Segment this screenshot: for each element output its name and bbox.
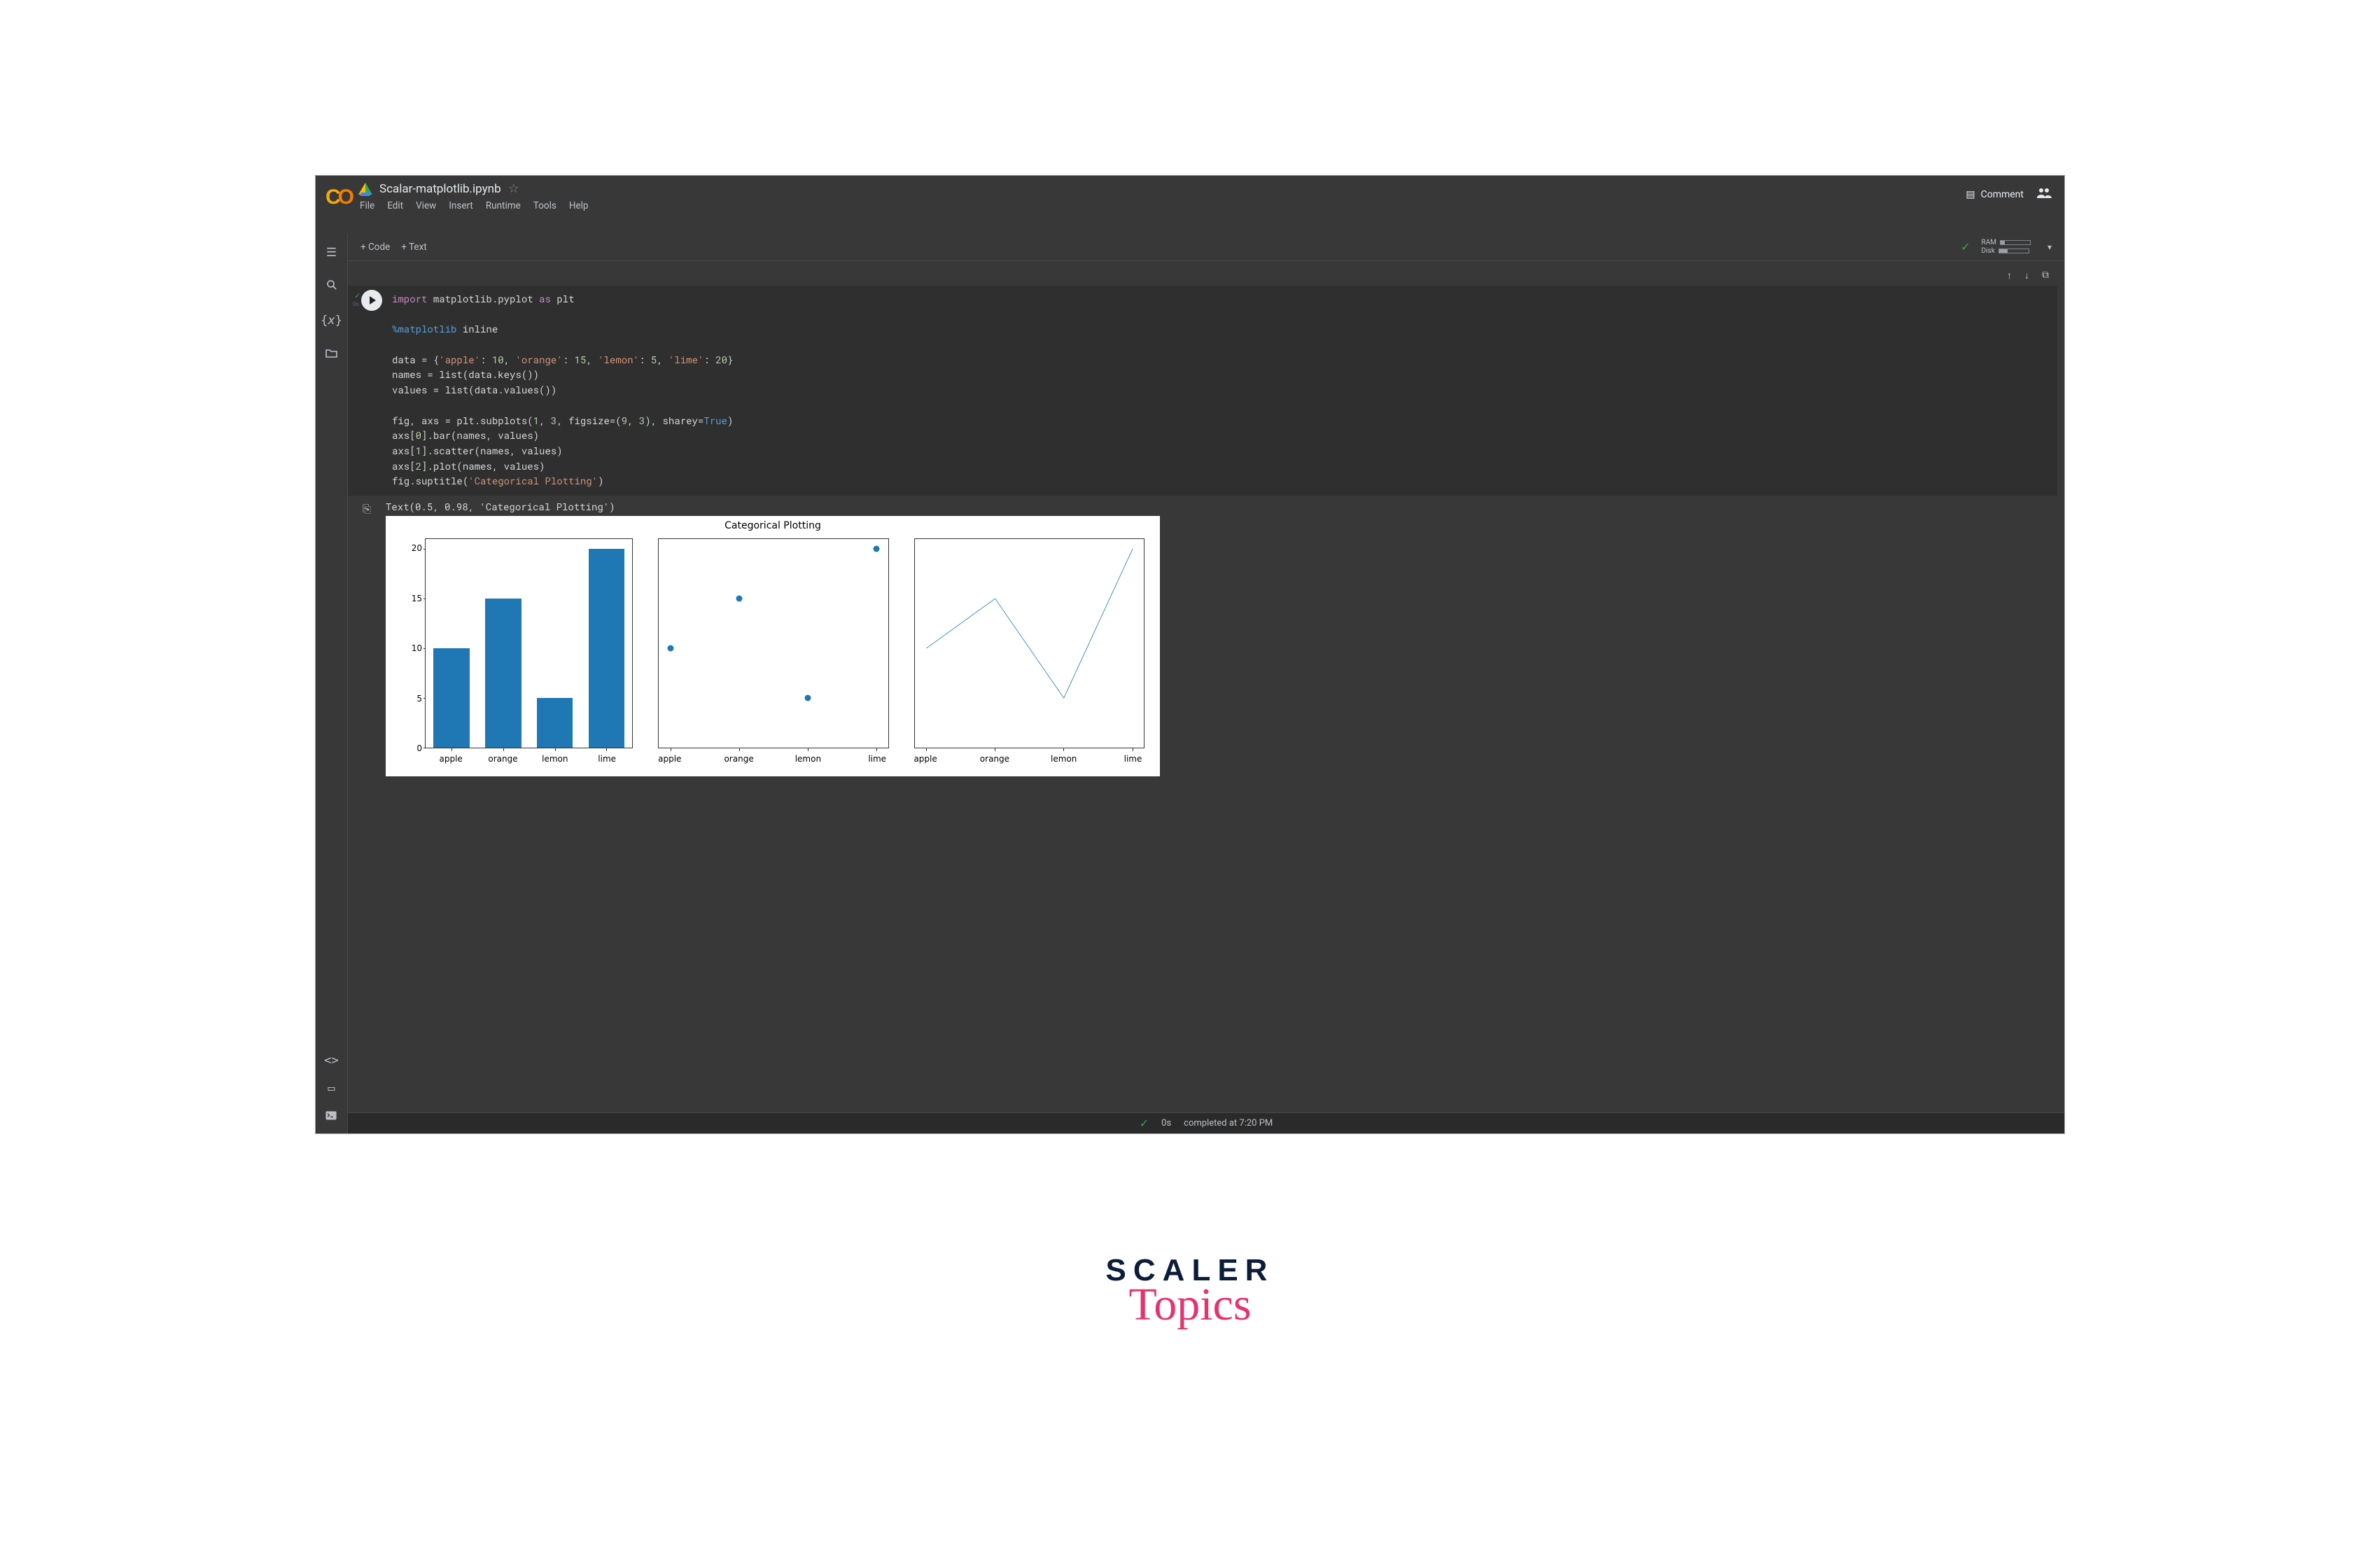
scaler-topics-logo: SCALER Topics [1106,1253,1275,1331]
ytick-label: 15 [397,594,422,603]
ytick-label: 10 [397,643,422,653]
run-cell-button[interactable] [361,290,382,311]
matplotlib-figure: Categorical Plotting 0 5 10 15 20 apple orange… [386,516,1160,776]
xtick-label: orange [980,754,1009,764]
terminal-icon[interactable] [326,1110,337,1124]
bar [589,549,625,748]
add-text-button[interactable]: + Text [401,242,426,253]
scatter-point [736,596,742,602]
subplot-bar: 0 5 10 15 20 apple orange lemon lime [397,533,637,771]
menu-bar: File Edit View Insert Runtime Tools Help [358,196,1966,211]
status-message: completed at 7:20 PM [1184,1118,1273,1128]
code-editor[interactable]: import matplotlib.pyplot as plt %matplot… [388,286,2057,496]
status-bar: ✓ 0s completed at 7:20 PM [348,1112,2064,1133]
bar [485,599,522,748]
code-snippets-icon[interactable]: <> [324,1054,338,1068]
cell-output: ⎘ Text(0.5, 0.98, 'Categorical Plotting'… [348,500,2057,776]
search-icon[interactable] [326,279,337,294]
scatter-point [805,695,811,701]
scatter-point [874,546,880,552]
star-icon[interactable]: ☆ [508,181,519,196]
cell-executed-check-icon: ✓ [354,291,360,300]
command-palette-icon[interactable]: ▭ [328,1082,335,1096]
share-icon[interactable] [2036,187,2052,202]
move-up-icon[interactable]: ↑ [2007,270,2012,281]
topics-wordmark: Topics [1106,1278,1275,1331]
xtick-label: orange [488,754,517,764]
status-duration: 0s [1161,1118,1171,1128]
menu-view[interactable]: View [416,200,436,211]
toolbar: + Code + Text ✓ RAM Disk ▾ [348,233,2064,261]
ytick-label: 20 [397,543,422,553]
xtick-label: apple [658,754,681,764]
xtick-label: lemon [1051,754,1077,764]
status-check-icon: ✓ [1140,1117,1149,1130]
resource-usage[interactable]: RAM Disk [1982,239,2031,255]
xtick-label: lemon [542,754,568,764]
bar [537,698,573,748]
variables-icon[interactable]: {x} [321,314,342,328]
xtick-label: lime [868,754,886,764]
resource-caret-icon[interactable]: ▾ [2042,242,2052,252]
ram-label: RAM [1982,239,1996,246]
menu-insert[interactable]: Insert [449,200,473,211]
xtick-label: lime [598,754,616,764]
figure-suptitle: Categorical Plotting [393,520,1153,533]
line-series [915,539,1144,748]
ytick-label: 0 [397,743,422,753]
cell-toolbar: ↑ ↓ ⧉ [348,267,2064,286]
scatter-point [667,645,673,652]
menu-help[interactable]: Help [569,200,589,211]
bar [433,648,470,748]
subplot-line: apple orange lemon lime [909,533,1149,771]
link-icon[interactable]: ⧉ [2042,270,2049,281]
disk-label: Disk [1982,247,1995,255]
output-collapse-icon[interactable]: ⎘ [363,503,371,776]
add-code-button[interactable]: + Code [360,242,390,253]
ytick-label: 5 [397,694,422,704]
menu-runtime[interactable]: Runtime [486,200,521,211]
menu-file[interactable]: File [360,200,374,211]
sidebar: ☰ {x} <> ▭ [316,233,348,1133]
xtick-label: lime [1124,754,1142,764]
xtick-label: apple [440,754,463,764]
move-down-icon[interactable]: ↓ [2024,270,2029,281]
comment-icon: ▤ [1966,189,1975,200]
toc-icon[interactable]: ☰ [326,246,337,260]
cell-duration-label: 0s [353,301,359,307]
subplot-scatter: apple orange lemon lime [652,533,892,771]
xtick-label: apple [913,754,937,764]
files-icon[interactable] [326,347,337,361]
connected-check-icon: ✓ [1961,240,1970,253]
code-cell[interactable]: ✓ 0s import matplotlib.pyplot as plt %ma… [348,286,2057,496]
menu-edit[interactable]: Edit [387,200,403,211]
notebook-title[interactable]: Scalar-matplotlib.ipynb [379,182,501,196]
colab-logo[interactable]: CO [323,180,358,209]
menu-tools[interactable]: Tools [533,200,556,211]
play-icon [370,296,376,305]
header: CO Scalar-matplotlib.ipynb ☆ File Edit Vie… [316,176,2064,233]
comment-label: Comment [1981,189,2024,200]
xtick-label: orange [724,754,753,764]
output-text: Text(0.5, 0.98, 'Categorical Plotting') [386,500,2057,516]
drive-icon [358,183,372,195]
colab-window: CO Scalar-matplotlib.ipynb ☆ File Edit Vie… [315,175,2065,1134]
xtick-label: lemon [795,754,821,764]
comment-button[interactable]: ▤ Comment [1966,189,2024,200]
